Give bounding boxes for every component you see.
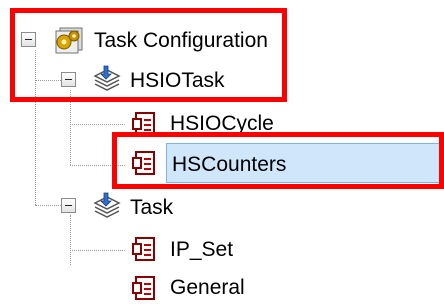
- tree-node-label[interactable]: IP_Set: [170, 238, 233, 262]
- collapse-toggle[interactable]: [61, 198, 76, 213]
- highlight-box-hscounters: [112, 132, 444, 189]
- highlight-box-task-configuration: [10, 8, 287, 102]
- task-tree-view: { "tree": { "root": { "label": "Task Con…: [0, 0, 444, 303]
- tree-node-label[interactable]: General: [170, 276, 245, 300]
- program-call-icon: [130, 275, 158, 308]
- tree-line: [70, 250, 125, 251]
- tree-line: [70, 124, 125, 125]
- task-stack-icon: [92, 192, 122, 225]
- tree-line: [70, 215, 71, 265]
- program-call-icon: [130, 236, 158, 269]
- tree-node-label[interactable]: Task: [130, 196, 173, 220]
